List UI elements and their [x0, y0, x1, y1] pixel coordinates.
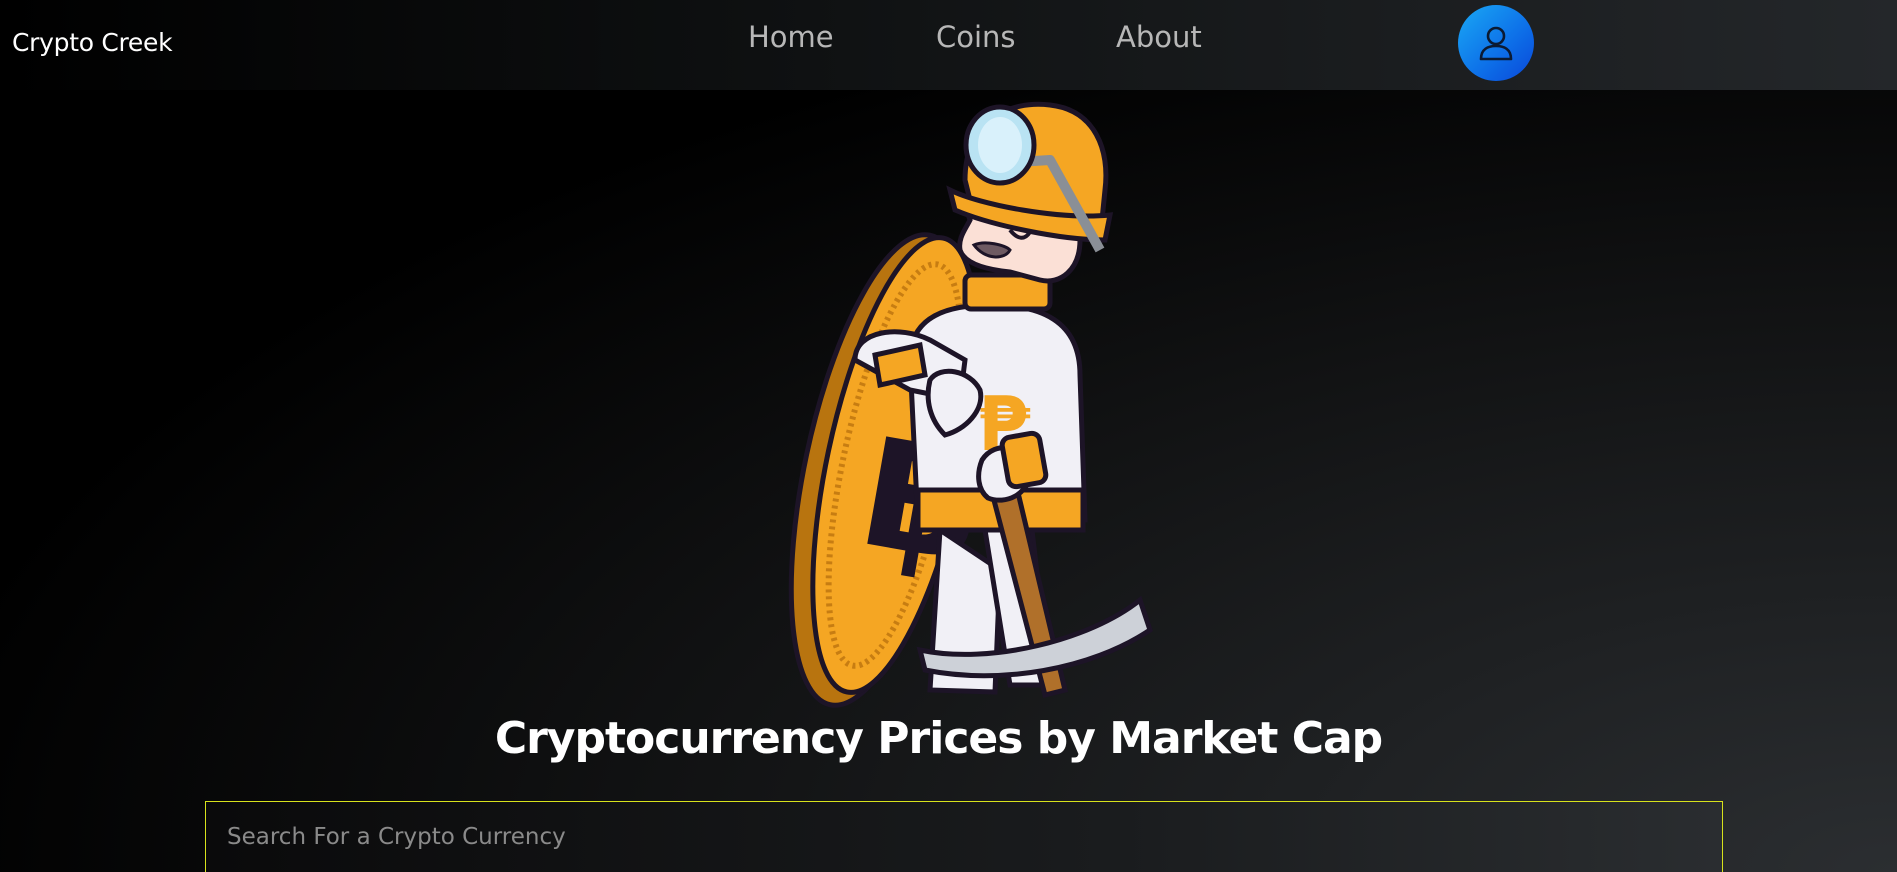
page-title: Cryptocurrency Prices by Market Cap	[494, 713, 1383, 764]
profile-button[interactable]	[1458, 5, 1534, 81]
brand-logo-text[interactable]: Crypto Creek	[12, 28, 173, 57]
nav-link-about[interactable]: About	[1116, 20, 1202, 54]
search-input[interactable]	[206, 802, 1722, 872]
crypto-miner-illustration: ฿ ₱	[788, 101, 1153, 708]
user-icon	[1479, 26, 1513, 61]
nav-link-coins[interactable]: Coins	[936, 20, 1016, 54]
search-box	[205, 801, 1723, 872]
nav-link-home[interactable]: Home	[748, 20, 834, 54]
navbar: Crypto Creek Home Coins About	[0, 0, 1897, 90]
